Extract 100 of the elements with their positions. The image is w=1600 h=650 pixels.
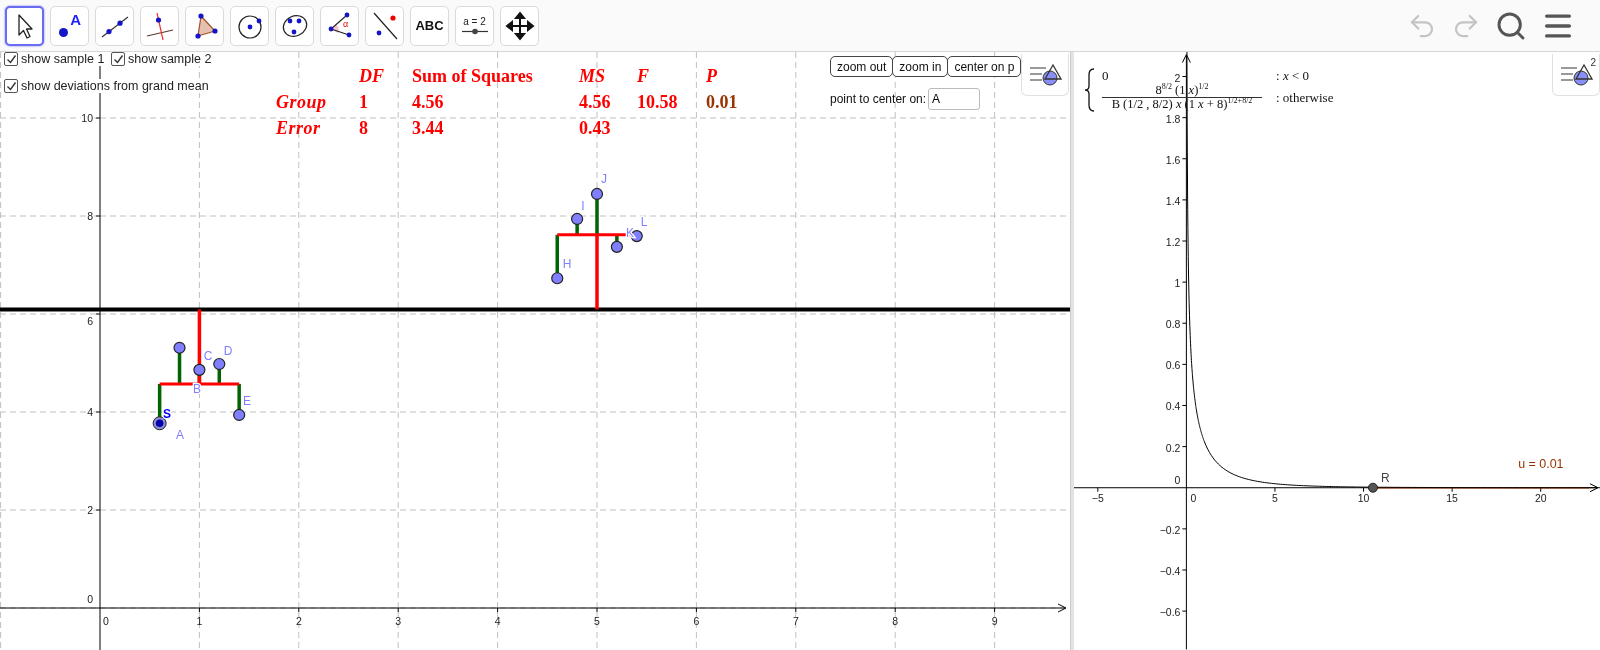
table-cell-text: 4.56 — [579, 91, 612, 113]
move-arrows-icon — [504, 10, 535, 41]
axis-label: 2 — [1174, 72, 1181, 84]
formula-case: 0 — [1102, 68, 1109, 82]
conic-tool-button[interactable] — [275, 5, 314, 46]
checkbox-label: show sample 1 — [21, 52, 105, 66]
axis-label: 5 — [1272, 492, 1278, 504]
point[interactable] — [233, 408, 246, 422]
axis-label: 0.2 — [1165, 442, 1181, 454]
point[interactable] — [213, 357, 226, 371]
point[interactable] — [590, 187, 604, 201]
axis-label: 1 — [1174, 278, 1181, 290]
column-header: Sum of Squares — [412, 65, 534, 87]
table-cell-text: 3.44 — [412, 117, 445, 139]
point-label: A — [176, 428, 184, 442]
column-header: MS — [579, 65, 606, 87]
axis-label: 15 — [1446, 492, 1458, 504]
fraction-numerator: 8$^{8/2}$ (1 x)$^{1/2}$ — [1155, 83, 1209, 97]
text-tool-button[interactable]: ABC — [410, 5, 449, 46]
axis-label: 1.4 — [1165, 195, 1181, 207]
row-label: Group — [276, 91, 328, 113]
axis-label: 0.6 — [1165, 360, 1181, 372]
slider-tool-button[interactable]: a = 2 — [455, 5, 494, 46]
axis-label: 0.8 — [1165, 319, 1181, 331]
column-header: P — [706, 65, 718, 87]
point[interactable] — [571, 212, 584, 226]
point[interactable] — [1367, 482, 1378, 493]
column-header: F — [637, 65, 650, 87]
point-label: R — [1380, 470, 1390, 485]
point-label: K — [626, 226, 634, 240]
axis-label: 0 — [1190, 492, 1197, 504]
zoom-button[interactable]: zoom out — [830, 56, 894, 77]
perpendicular-tool-button[interactable] — [140, 5, 179, 46]
point-label: I — [581, 199, 585, 213]
line-tool-button[interactable] — [95, 5, 134, 46]
point[interactable] — [193, 363, 206, 376]
move-view-tool-button[interactable] — [500, 5, 539, 46]
point-icon — [59, 27, 68, 37]
point[interactable] — [551, 272, 564, 285]
point-label: E — [243, 394, 251, 408]
move-tool-button[interactable] — [5, 5, 44, 46]
axis-label: 6 — [87, 315, 93, 327]
checkbox-label: show deviations from grand mean — [21, 79, 209, 93]
table-cell-text: 4.56 — [412, 91, 445, 113]
point-label: D — [223, 344, 233, 358]
point[interactable] — [610, 240, 623, 253]
axis-label: 0.4 — [1165, 401, 1181, 413]
point-label: L — [640, 215, 648, 229]
point-label: H — [562, 257, 572, 271]
axis-label: −5 — [1091, 492, 1104, 504]
polygon-tool-button[interactable] — [185, 5, 224, 46]
axis-label: 20 — [1534, 492, 1547, 504]
axis-label: 4 — [87, 406, 93, 418]
point[interactable] — [173, 341, 186, 354]
axis-label: 9 — [991, 615, 998, 627]
angle-tool-button[interactable]: α — [320, 5, 359, 46]
column-header: DF — [359, 65, 385, 87]
axis-label: −0.2 — [1159, 524, 1181, 536]
axis-label: 10 — [1357, 492, 1370, 504]
table-cell-text: 0.43 — [579, 117, 612, 139]
formula-condition: : otherwise — [1276, 91, 1334, 105]
table-cell-text: 0.01 — [706, 91, 739, 113]
point-label: J — [601, 172, 607, 186]
axis-label: 2 — [295, 615, 302, 627]
slider-icon — [460, 28, 489, 35]
axis-label: 7 — [792, 615, 799, 627]
axis-label: 0 — [87, 593, 93, 605]
axis-label: 8 — [892, 615, 899, 627]
axis-label: 2 — [87, 504, 93, 516]
table-cell-text: 10.58 — [637, 91, 679, 113]
axis-label: 0 — [103, 615, 109, 627]
axis-label: 1.2 — [1165, 237, 1181, 248]
axis-label: 1.6 — [1165, 154, 1181, 166]
point-tool-button[interactable]: A — [50, 5, 89, 46]
brace-drawing — [1084, 68, 1096, 112]
axis-label: 1.8 — [1165, 113, 1181, 125]
axis-label: 1 — [196, 615, 203, 627]
formula-condition: : x < 0 — [1276, 68, 1310, 82]
style-bar-button[interactable] — [1021, 54, 1069, 96]
checkbox[interactable] — [4, 79, 18, 93]
field-label: point to center on: — [830, 92, 927, 106]
table-cell-text: 8 — [359, 117, 369, 139]
axis-label: 8 — [87, 210, 93, 222]
row-label: Error — [276, 117, 322, 139]
point-label: B — [193, 382, 201, 396]
table-cell-text: 1 — [359, 91, 369, 113]
checkbox[interactable] — [111, 52, 125, 66]
zoom-button[interactable]: center on p — [947, 56, 1022, 77]
reflect-tool-button[interactable] — [365, 5, 404, 46]
input-field[interactable]: A — [928, 88, 981, 110]
perpendicular-icon — [144, 10, 175, 41]
style-bar-button[interactable]: 2 — [1552, 54, 1600, 96]
axis-label: 4 — [494, 615, 501, 627]
checkbox[interactable] — [4, 52, 18, 66]
axis-label: 5 — [594, 615, 600, 627]
axis-label: 6 — [693, 615, 700, 627]
circle-tool-button[interactable] — [230, 5, 269, 46]
p-value-readout: u = 0.01 — [1518, 456, 1564, 471]
zoom-button[interactable]: zoom in — [892, 56, 949, 77]
selected-point[interactable] — [152, 416, 167, 431]
